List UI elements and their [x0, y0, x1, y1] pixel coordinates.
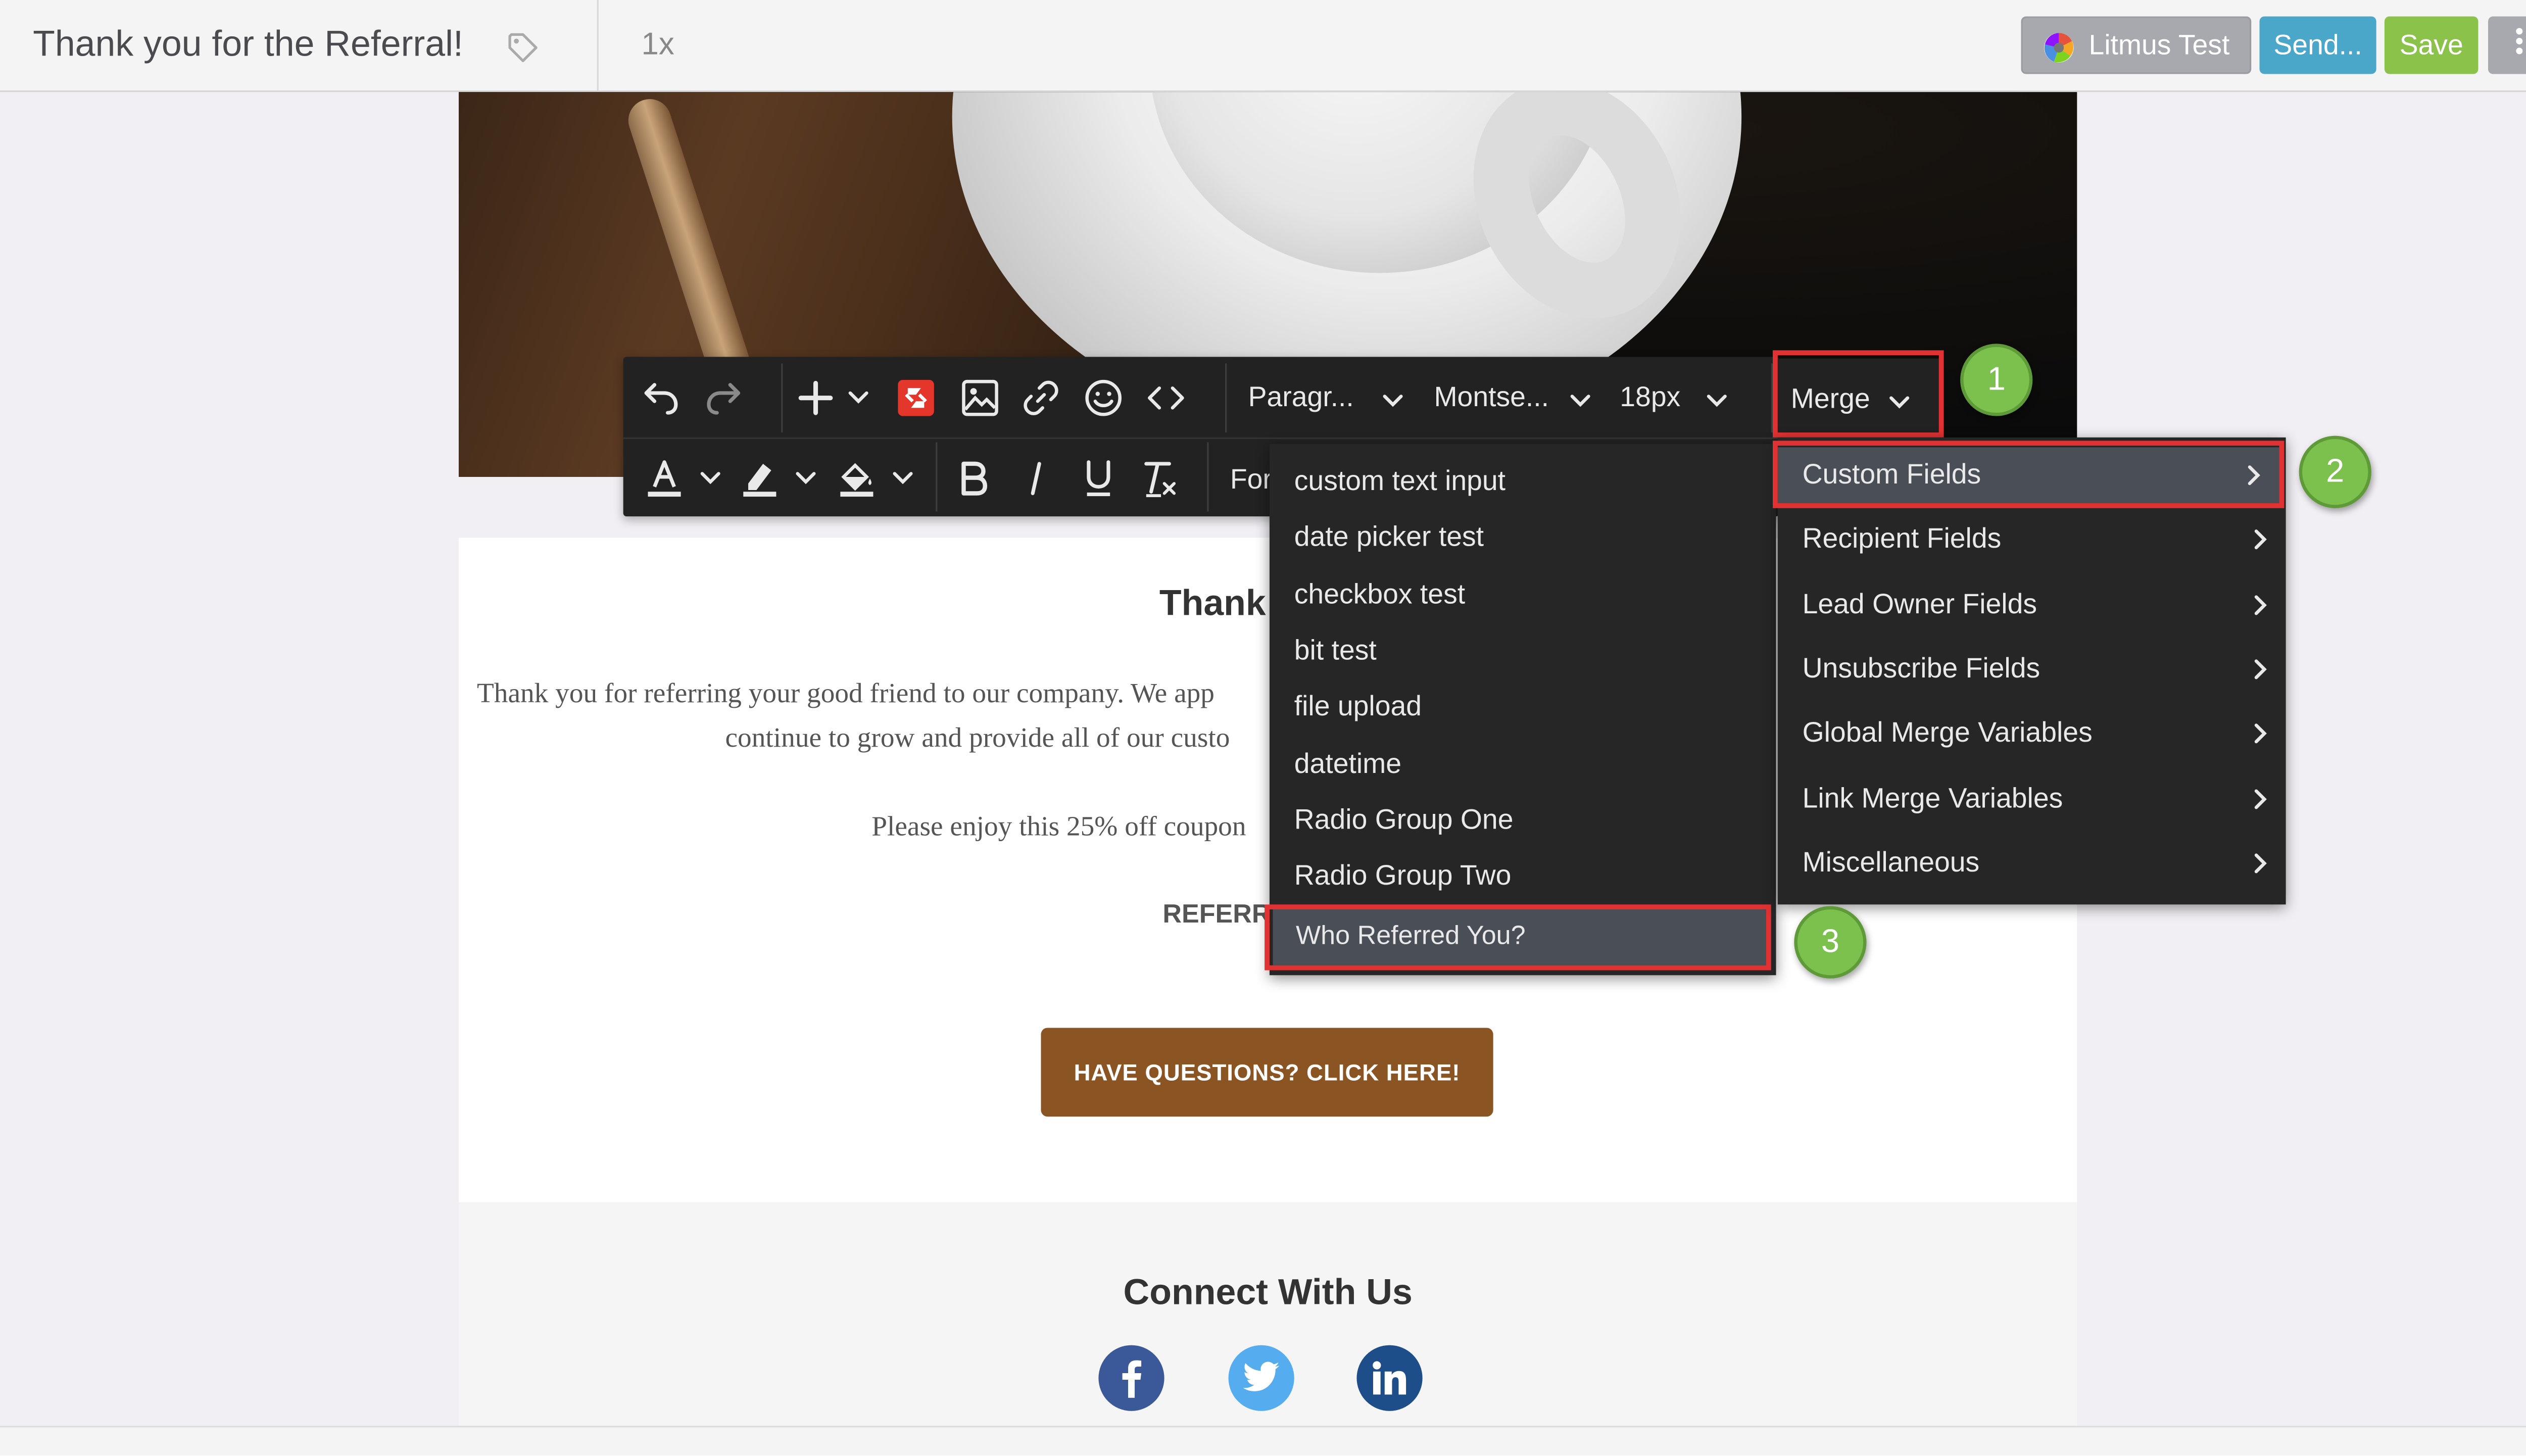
editor-header: Thank you for the Referral! 1x Litmus Te…: [0, 0, 2526, 92]
step-callout-3: 3: [1794, 906, 1867, 979]
chevron-down-icon[interactable]: [1381, 388, 1404, 418]
brand-logo-icon[interactable]: [896, 378, 936, 418]
link-icon[interactable]: [1019, 376, 1062, 419]
toolbar-divider: [781, 363, 783, 433]
menu-item-checkbox-test[interactable]: checkbox test: [1270, 567, 1465, 623]
chevron-right-icon: [2253, 771, 2269, 828]
menu-item-datetime[interactable]: datetime: [1270, 737, 1401, 793]
menu-item-label: Unsubscribe Fields: [1802, 653, 2041, 685]
custom-fields-submenu: custom text input date picker test check…: [1269, 444, 1776, 976]
email-footer-section[interactable]: Connect With Us: [459, 1202, 2077, 1433]
email-paragraph-line[interactable]: Thank you for referring your good friend…: [477, 677, 1215, 710]
chevron-right-icon: [2253, 836, 2269, 892]
menu-item-radio-group-two[interactable]: Radio Group Two: [1270, 849, 1512, 905]
step-callout-1: 1: [1960, 344, 2033, 416]
toolbar-row-divider: [623, 437, 1780, 440]
chevron-down-icon[interactable]: [1569, 388, 1592, 418]
tag-icon[interactable]: [507, 31, 540, 72]
kebab-menu-icon: [2514, 26, 2524, 64]
chevron-right-icon: [2253, 641, 2269, 697]
header-divider: [597, 0, 599, 92]
cta-button[interactable]: HAVE QUESTIONS? CLICK HERE!: [1041, 1028, 1493, 1117]
bold-icon[interactable]: [954, 457, 993, 500]
who-referred-highlight-box: [1265, 904, 1771, 970]
menu-item-unsubscribe-fields[interactable]: Unsubscribe Fields: [1778, 641, 2286, 697]
connect-heading[interactable]: Connect With Us: [459, 1271, 2077, 1314]
chevron-down-icon[interactable]: [844, 381, 873, 414]
chevron-down-icon[interactable]: [888, 462, 918, 495]
litmus-icon: [2043, 31, 2075, 72]
insert-plus-icon[interactable]: [794, 376, 837, 419]
chevron-down-icon[interactable]: [696, 462, 725, 495]
undo-icon[interactable]: [640, 376, 683, 419]
menu-item-bit-test[interactable]: bit test: [1270, 623, 1377, 680]
send-button[interactable]: Send...: [2259, 16, 2376, 74]
save-button[interactable]: Save: [2384, 16, 2479, 74]
text-color-icon[interactable]: [643, 456, 686, 502]
menu-item-custom-text-input[interactable]: custom text input: [1270, 454, 1505, 510]
menu-item-global-merge-variables[interactable]: Global Merge Variables: [1778, 705, 2286, 761]
merge-highlight-box: [1772, 350, 1944, 438]
step-callout-2: 2: [2299, 435, 2371, 508]
zoom-level[interactable]: 1x: [641, 28, 674, 64]
italic-icon[interactable]: [1016, 457, 1056, 500]
menu-item-label: Miscellaneous: [1802, 847, 1980, 879]
menu-item-date-picker-test[interactable]: date picker test: [1270, 510, 1484, 566]
paragraph-format-dropdown[interactable]: Paragr...: [1248, 381, 1354, 414]
menu-item-link-merge-variables[interactable]: Link Merge Variables: [1778, 771, 2286, 828]
font-family-dropdown[interactable]: Montse...: [1434, 381, 1549, 414]
menu-item-label: Link Merge Variables: [1802, 783, 2063, 814]
emoji-icon[interactable]: [1082, 376, 1125, 419]
custom-fields-highlight-box: [1772, 441, 2285, 508]
chevron-down-icon[interactable]: [791, 462, 821, 495]
linkedin-icon[interactable]: [1356, 1345, 1423, 1411]
font-size-dropdown[interactable]: 18px: [1620, 381, 1680, 414]
clear-formatting-icon[interactable]: [1140, 457, 1183, 500]
code-view-icon[interactable]: [1145, 376, 1188, 419]
underline-icon[interactable]: [1079, 457, 1118, 500]
email-editor-window: Thank you for the Referral! 1x Litmus Te…: [0, 0, 2526, 1455]
menu-item-recipient-fields[interactable]: Recipient Fields: [1778, 511, 2286, 567]
chevron-right-icon: [2253, 705, 2269, 761]
menu-item-label: Lead Owner Fields: [1802, 589, 2037, 620]
twitter-icon[interactable]: [1228, 1345, 1294, 1411]
litmus-test-label: Litmus Test: [2088, 28, 2230, 60]
redo-icon[interactable]: [702, 376, 745, 419]
highlight-color-icon[interactable]: [739, 456, 782, 502]
menu-item-miscellaneous[interactable]: Miscellaneous: [1778, 836, 2286, 892]
toolbar-divider: [936, 442, 938, 512]
image-icon[interactable]: [959, 376, 1002, 419]
email-referral-code[interactable]: REFERR: [1162, 901, 1271, 931]
menu-item-radio-group-one[interactable]: Radio Group One: [1270, 793, 1514, 849]
toolbar-divider: [1207, 442, 1209, 512]
menu-item-label: Global Merge Variables: [1802, 717, 2093, 749]
menu-item-file-upload[interactable]: file upload: [1270, 679, 1422, 735]
more-options-button[interactable]: [2488, 16, 2526, 74]
litmus-test-button[interactable]: Litmus Test: [2021, 16, 2252, 74]
email-coupon-text[interactable]: Please enjoy this 25% off coupon: [871, 811, 1246, 844]
format-dropdown[interactable]: For: [1230, 464, 1272, 497]
chevron-right-icon: [2253, 511, 2269, 567]
background-fill-icon[interactable]: [836, 456, 879, 502]
toolbar-divider: [1225, 363, 1227, 433]
email-title[interactable]: Thank you for the Referral!: [33, 23, 463, 66]
facebook-icon[interactable]: [1098, 1345, 1164, 1411]
bottom-status-strip: [0, 1426, 2526, 1455]
chevron-down-icon[interactable]: [1706, 388, 1729, 418]
menu-item-label: Recipient Fields: [1802, 523, 2002, 554]
email-paragraph-line[interactable]: continue to grow and provide all of our …: [725, 722, 1230, 755]
chevron-right-icon: [2253, 577, 2269, 634]
menu-item-lead-owner-fields[interactable]: Lead Owner Fields: [1778, 577, 2286, 634]
